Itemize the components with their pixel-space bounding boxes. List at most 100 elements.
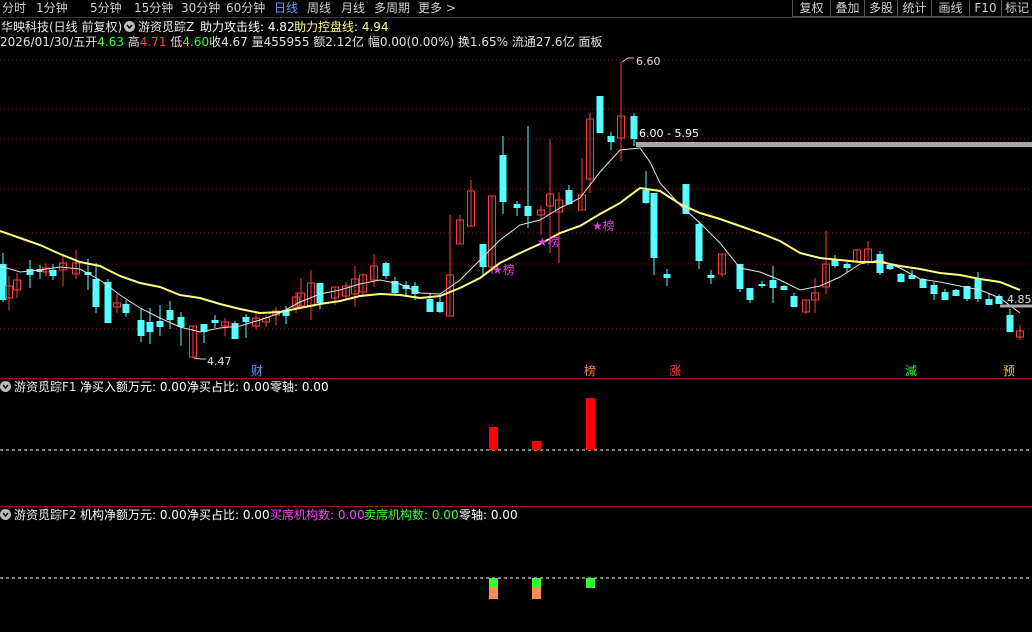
ma-attack-line (0, 147, 1021, 333)
candle-body (682, 184, 690, 214)
control-line-value: 助力控盘线: 4.94 (294, 20, 389, 34)
draw-line-button[interactable]: 画线 (931, 0, 969, 17)
candle-body (242, 317, 250, 322)
f10-button[interactable]: F10 (969, 0, 1001, 17)
indicator-name: 游资觅踪Z (138, 20, 195, 34)
f2-sell-seat-bar (532, 588, 541, 599)
event-marker-reduce[interactable]: 減 (905, 364, 917, 378)
f1-settings-icon[interactable] (0, 381, 11, 392)
chevron-down-icon (2, 512, 9, 518)
candle-body (650, 193, 658, 258)
f2-buy-seat-bar (532, 578, 541, 588)
period-tab-60min[interactable]: 60分钟 (226, 0, 265, 16)
period-tab-weekly[interactable]: 周线 (307, 0, 331, 16)
event-marker-rise[interactable]: 涨 (669, 364, 681, 378)
f1-net-buy-bar (586, 398, 595, 450)
volume-value: 量455955 (251, 35, 310, 49)
attack-line-value: 助力攻击线: 4.82 (200, 20, 295, 34)
chevron-down-icon (2, 384, 9, 390)
indicator-settings-icon[interactable] (124, 21, 135, 32)
f1-bar-chart[interactable] (0, 394, 1032, 506)
f2-zero-axis: 零轴: 0.00 (459, 508, 518, 522)
candle-body (758, 284, 766, 286)
f2-buy-seat-bar (489, 578, 498, 588)
candle-body (211, 320, 219, 323)
f2-inst-net: 机构净额万元: 0.00 (80, 508, 187, 522)
candle-body (231, 323, 239, 339)
candle-body (513, 204, 521, 208)
period-tab-monthly[interactable]: 月线 (341, 0, 365, 16)
candle-body (630, 116, 638, 139)
high-label: 高 (127, 35, 140, 49)
f2-settings-icon[interactable] (0, 509, 11, 520)
chevron-down-icon (126, 24, 133, 30)
open-value: 4.63 (97, 35, 124, 49)
f2-buy-seats: 买席机构数: 0.00 (270, 508, 365, 522)
candle-body (941, 292, 949, 300)
f2-sell-seat-bar (489, 588, 498, 599)
panel-link[interactable]: 面板 (578, 35, 602, 49)
period-toolbar: 分时 1分钟 5分钟 15分钟 30分钟 60分钟 日线 周线 月线 多周期 更… (0, 0, 1032, 17)
candle-body (122, 304, 130, 313)
range-label: 6.00 - 5.95 (639, 127, 699, 140)
f2-net-ratio: 净买占比: 0.00 (187, 508, 270, 522)
float-cap-value: 流通27.6亿 (511, 35, 575, 49)
candle-body (985, 299, 993, 305)
mark-button[interactable]: 标记 (1001, 0, 1032, 17)
amount-value: 额2.12亿 (313, 35, 365, 49)
f1-net-buy: 净买入额万元: 0.00 (80, 380, 187, 394)
statistics-button[interactable]: 统计 (897, 0, 931, 17)
low-value: 4.60 (182, 35, 210, 49)
candle-body (790, 296, 798, 307)
candle-body (1006, 315, 1014, 332)
f1-net-buy-bar (532, 441, 541, 450)
range-bar (636, 142, 1032, 147)
period-tab-multi[interactable]: 多周期 (374, 0, 410, 16)
event-marker-forecast[interactable]: 预 (1003, 364, 1015, 378)
stock-name: 华映科技(日线 前复权) (1, 20, 123, 34)
quote-date: 2026/01/30/五 (0, 35, 86, 49)
candle-body (843, 264, 851, 268)
f1-title: 游资觅踪F1 (14, 380, 77, 394)
period-tab-more[interactable]: 更多 > (418, 0, 456, 16)
panel-separator (0, 378, 1032, 379)
multi-stock-button[interactable]: 多股 (864, 0, 897, 17)
candle-body (831, 260, 839, 266)
candle-body (479, 244, 487, 267)
f2-buy-seat-bar (586, 578, 595, 588)
turnover-value: 换1.65% (457, 35, 509, 49)
f1-net-ratio: 净买占比: 0.00 (187, 380, 270, 394)
candle-body (156, 321, 164, 327)
candle-body (642, 190, 650, 203)
f2-bar-chart[interactable] (0, 522, 1032, 632)
event-marker-finance[interactable]: 财 (251, 364, 263, 378)
f1-zero-axis: 零轴: 0.00 (270, 380, 329, 394)
f2-sell-seats: 卖席机构数: 0.00 (364, 508, 459, 522)
adjust-button[interactable]: 复权 (792, 0, 830, 17)
candle-body (780, 286, 788, 290)
period-tab-15min[interactable]: 15分钟 (134, 0, 173, 16)
candle-body (663, 274, 671, 278)
candle-body (769, 280, 777, 288)
event-marker-list[interactable]: 榜 (584, 364, 596, 378)
candle-body (596, 96, 604, 133)
candle-body (897, 274, 905, 282)
candle-body (146, 322, 154, 332)
candle-body (607, 136, 615, 142)
period-tab-daily[interactable]: 日线 (274, 0, 298, 16)
open-label: 开 (85, 35, 98, 49)
candle-body (177, 317, 185, 327)
candle-body (316, 283, 324, 303)
star-list-marker: ★榜 (537, 234, 560, 249)
period-tab-5min[interactable]: 5分钟 (90, 0, 122, 16)
period-tab-fenshi[interactable]: 分时 (2, 0, 26, 16)
candle-body (92, 279, 100, 307)
period-tab-30min[interactable]: 30分钟 (181, 0, 220, 16)
candlestick-chart[interactable]: 6.60 4.47 6.00 - 5.95 4.85 ★榜 ★榜 ★榜 (0, 50, 1032, 380)
min-price-label: 4.47 (207, 355, 232, 368)
change-value: 幅0.00(0.00%) (367, 35, 455, 49)
period-tab-1min[interactable]: 1分钟 (36, 0, 68, 16)
overlay-button[interactable]: 叠加 (830, 0, 864, 17)
candle-body (499, 155, 507, 202)
candle-body (930, 285, 938, 294)
